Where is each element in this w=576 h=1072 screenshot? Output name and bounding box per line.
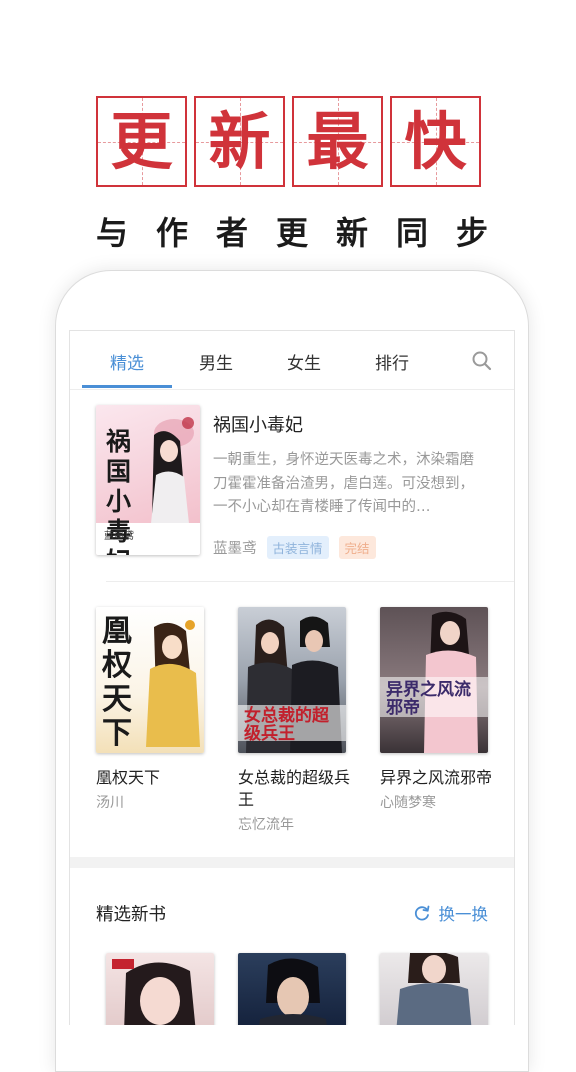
book-author: 汤川 [96,795,124,811]
book-card[interactable]: 异界之风流邪帝 异界之风流邪帝 心随梦寒 [380,607,500,812]
tab-featured[interactable]: 精选 [82,349,172,374]
search-icon [472,351,492,371]
search-button[interactable] [470,349,494,373]
book-card[interactable]: 凰权天下 凰权天下 汤川 [96,607,216,812]
promo-title: 更 新 最 快 [96,96,481,190]
featured-description: 一朝重生，身怀逆天医毒之术，沐染霜磨刀霍霍准备治渣男，虐白莲。可没想到，一不小心… [213,452,474,515]
book-author: 心随梦寒 [380,795,436,811]
promo-subtitle: 与作者更新同步 [96,214,517,252]
tab-female[interactable]: 女生 [259,349,349,374]
featured-book[interactable]: 祸国小毒妃 蓝墨鸢 祸国小毒妃 一朝重生，身怀逆天医毒之术，沐染霜磨刀霍霍准备治… [96,405,496,565]
book-cover[interactable] [106,953,214,1025]
refresh-icon [414,905,429,921]
title-char: 快 [390,96,481,187]
tab-bar: 精选 男生 女生 排行 [70,331,514,390]
divider [106,581,514,582]
tab-active-indicator [82,385,172,388]
book-title: 凰权天下 [96,768,161,787]
new-books-row [70,953,514,1025]
title-char: 更 [96,96,187,187]
section-title: 精选新书 [96,905,166,925]
new-books-header: 精选新书 换一换 [96,901,488,927]
featured-title: 祸国小毒妃 [213,415,303,436]
book-author: 忘忆流年 [238,817,294,833]
status-tag: 完结 [338,535,376,559]
book-cover[interactable] [238,953,346,1025]
refresh-button[interactable]: 换一换 [413,901,489,925]
app-screen: 精选 男生 女生 排行 祸国小毒妃 蓝墨鸢 祸国小毒妃 一朝重生， [69,330,515,1025]
book-cover: 女总裁的超级兵王 [238,607,346,753]
book-cover: 异界之风流邪帝 [380,607,488,753]
title-char: 最 [292,96,383,187]
tab-male[interactable]: 男生 [171,349,261,374]
book-card[interactable]: 女总裁的超级兵王 女总裁的超级兵王 忘忆流年 [238,607,358,834]
refresh-label: 换一换 [438,905,489,924]
book-title: 异界之风流邪帝 [380,768,493,787]
tab-ranking[interactable]: 排行 [347,349,437,374]
section-separator [70,857,514,868]
featured-author: 蓝墨鸢 [213,540,257,557]
book-cover: 凰权天下 [96,607,204,753]
book-title: 女总裁的超级兵王 [238,768,351,809]
book-cover: 祸国小毒妃 蓝墨鸢 [96,405,200,555]
genre-tag: 古装言情 [266,535,329,559]
title-char: 新 [194,96,285,187]
book-cover[interactable] [380,953,488,1025]
featured-meta: 蓝墨鸢 古装言情 完结 [213,535,376,559]
